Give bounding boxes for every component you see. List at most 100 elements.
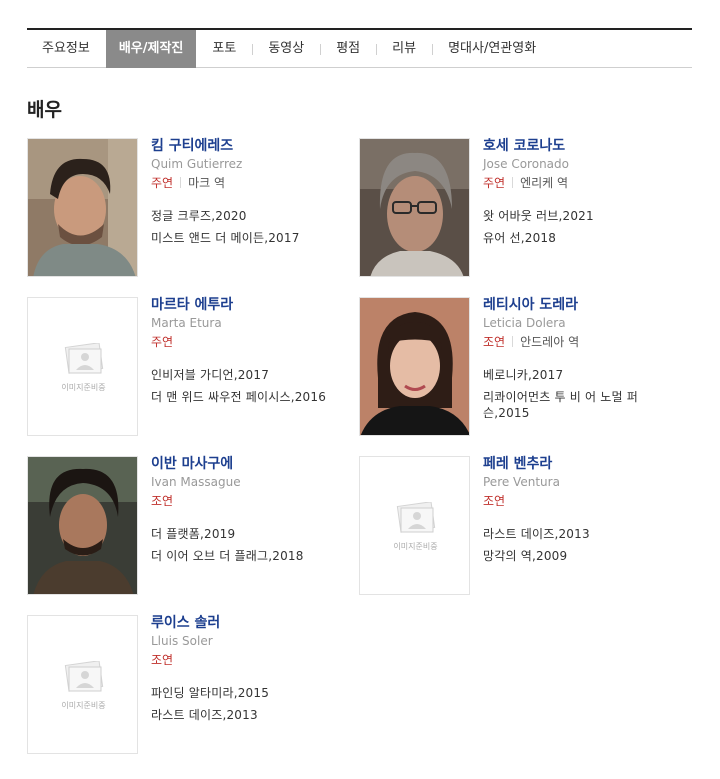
actor-card: 킴 구티에레즈 Quim Gutierrez 주연 마크 역 정글 크루즈,202… <box>27 138 362 278</box>
role-divider <box>512 336 514 347</box>
role-line: 조연 안드레아 역 <box>483 335 694 350</box>
filmography: 왓 어바웃 러브,2021 유어 선,2018 <box>483 205 694 249</box>
tab-rating[interactable]: 평점 <box>320 30 376 68</box>
filmography: 베로니카,2017 리콰이어먼츠 투 비 어 노멀 퍼슨,2015 <box>483 364 694 421</box>
actor-english-name: Jose Coronado <box>483 157 569 171</box>
role-line: 주연 <box>151 335 362 350</box>
tab-label: 주요정보 <box>42 41 90 56</box>
role-line: 주연 마크 역 <box>151 176 362 191</box>
actor-english-name: Quim Gutierrez <box>151 157 243 171</box>
role-type: 조연 <box>483 335 506 349</box>
actor-english-name: Pere Ventura <box>483 475 560 489</box>
tab-label: 포토 <box>212 41 237 56</box>
role-type: 조연 <box>483 494 506 508</box>
film-link[interactable]: 망각의 역,2009 <box>483 545 694 567</box>
film-link[interactable]: 인비저블 가디언,2017 <box>151 364 362 386</box>
film-link[interactable]: 더 맨 위드 싸우전 페이시스,2016 <box>151 386 362 408</box>
role-type: 주연 <box>483 176 506 190</box>
actor-name-link[interactable]: 레티시아 도레라 <box>483 297 694 313</box>
actor-photo[interactable] <box>359 297 470 436</box>
role-line: 주연 엔리케 역 <box>483 176 694 191</box>
tab-video[interactable]: 동영상 <box>252 30 320 68</box>
filmography: 정글 크루즈,2020 미스트 앤드 더 메이든,2017 <box>151 205 362 249</box>
actor-name-link[interactable]: 호세 코로나도 <box>483 138 694 154</box>
tab-photo[interactable]: 포토 <box>196 30 252 68</box>
actor-photo[interactable] <box>27 138 138 277</box>
actor-card: 이미지준비중 마르타 에투라 Marta Etura 주연 인비저블 가디언,2… <box>27 297 362 437</box>
actor-card: 이미지준비중 페레 벤추라 Pere Ventura 조연 라스트 데이즈,20… <box>359 456 694 596</box>
actor-card: 이반 마사구에 Ivan Massague 조연 더 플랫폼,2019 더 이어… <box>27 456 362 596</box>
actor-photo-placeholder[interactable]: 이미지준비중 <box>359 456 470 595</box>
role-type: 주연 <box>151 176 174 190</box>
film-link[interactable]: 미스트 앤드 더 메이든,2017 <box>151 227 362 249</box>
actor-name-link[interactable]: 마르타 에투라 <box>151 297 362 313</box>
tab-label: 평점 <box>336 41 361 56</box>
no-image-icon <box>64 343 104 374</box>
tab-bar: 주요정보 배우/제작진 포토 동영상 평점 리뷰 명대사/연관영화 <box>27 28 692 68</box>
tab-label: 리뷰 <box>392 41 417 56</box>
film-link[interactable]: 리콰이어먼츠 투 비 어 노멀 퍼슨,2015 <box>483 386 694 421</box>
tab-divider <box>252 44 254 55</box>
tab-label: 명대사/연관영화 <box>448 41 537 56</box>
actor-english-name: Lluis Soler <box>151 634 213 648</box>
tab-label: 동영상 <box>268 41 305 56</box>
film-link[interactable]: 파인딩 알타미라,2015 <box>151 682 362 704</box>
no-image-text: 이미지준비중 <box>61 701 106 710</box>
film-title-line: 리콰이어먼츠 투 비 어 노멀 퍼 <box>483 390 638 404</box>
no-image-icon <box>396 502 436 533</box>
film-link[interactable]: 더 플랫폼,2019 <box>151 523 362 545</box>
film-link[interactable]: 라스트 데이즈,2013 <box>483 523 694 545</box>
film-link[interactable]: 베로니카,2017 <box>483 364 694 386</box>
film-link[interactable]: 더 이어 오브 더 플래그,2018 <box>151 545 362 567</box>
no-image-text: 이미지준비중 <box>61 383 106 392</box>
actor-english-name: Marta Etura <box>151 316 222 330</box>
film-title-line: 슨,2015 <box>483 406 530 420</box>
film-link[interactable]: 라스트 데이즈,2013 <box>151 704 362 726</box>
role-type: 조연 <box>151 494 174 508</box>
filmography: 라스트 데이즈,2013 망각의 역,2009 <box>483 523 694 567</box>
actor-card: 레티시아 도레라 Leticia Dolera 조연 안드레아 역 베로니카,20… <box>359 297 694 437</box>
film-link[interactable]: 왓 어바웃 러브,2021 <box>483 205 694 227</box>
role-line: 조연 <box>151 494 362 509</box>
actor-photo-placeholder[interactable]: 이미지준비중 <box>27 615 138 754</box>
section-title: 배우 <box>27 99 62 121</box>
character-name: 마크 역 <box>188 176 226 190</box>
filmography: 더 플랫폼,2019 더 이어 오브 더 플래그,2018 <box>151 523 362 567</box>
character-name: 엔리케 역 <box>520 176 569 190</box>
actor-name-link[interactable]: 페레 벤추라 <box>483 456 694 472</box>
actor-card: 이미지준비중 루이스 솔러 Lluis Soler 조연 파인딩 알타미라,20… <box>27 615 362 755</box>
role-divider <box>512 177 514 188</box>
actor-name-link[interactable]: 이반 마사구에 <box>151 456 362 472</box>
filmography: 인비저블 가디언,2017 더 맨 위드 싸우전 페이시스,2016 <box>151 364 362 408</box>
no-image-text: 이미지준비중 <box>393 542 438 551</box>
filmography: 파인딩 알타미라,2015 라스트 데이즈,2013 <box>151 682 362 726</box>
actor-card: 호세 코로나도 Jose Coronado 주연 엔리케 역 왓 어바웃 러브,2… <box>359 138 694 278</box>
actor-photo[interactable] <box>27 456 138 595</box>
no-image-placeholder: 이미지준비중 <box>360 457 469 594</box>
tab-divider <box>376 44 378 55</box>
actor-name-link[interactable]: 루이스 솔러 <box>151 615 362 631</box>
film-link[interactable]: 정글 크루즈,2020 <box>151 205 362 227</box>
no-image-placeholder: 이미지준비중 <box>28 616 137 753</box>
role-line: 조연 <box>151 653 362 668</box>
role-type: 주연 <box>151 335 174 349</box>
tab-review[interactable]: 리뷰 <box>376 30 432 68</box>
no-image-placeholder: 이미지준비중 <box>28 298 137 435</box>
tab-cast-crew[interactable]: 배우/제작진 <box>105 30 197 68</box>
role-line: 조연 <box>483 494 694 509</box>
actor-english-name: Leticia Dolera <box>483 316 566 330</box>
actor-photo-placeholder[interactable]: 이미지준비중 <box>27 297 138 436</box>
role-divider <box>180 177 182 188</box>
film-link[interactable]: 유어 선,2018 <box>483 227 694 249</box>
actor-photo[interactable] <box>359 138 470 277</box>
tab-label: 배우/제작진 <box>118 41 184 56</box>
character-name: 안드레아 역 <box>520 335 580 349</box>
no-image-icon <box>64 661 104 692</box>
role-type: 조연 <box>151 653 174 667</box>
actor-name-link[interactable]: 킴 구티에레즈 <box>151 138 362 154</box>
tab-divider <box>432 44 434 55</box>
tab-main-info[interactable]: 주요정보 <box>27 30 106 68</box>
tab-divider <box>320 44 322 55</box>
tab-quotes-related[interactable]: 명대사/연관영화 <box>432 30 552 68</box>
actor-english-name: Ivan Massague <box>151 475 241 489</box>
